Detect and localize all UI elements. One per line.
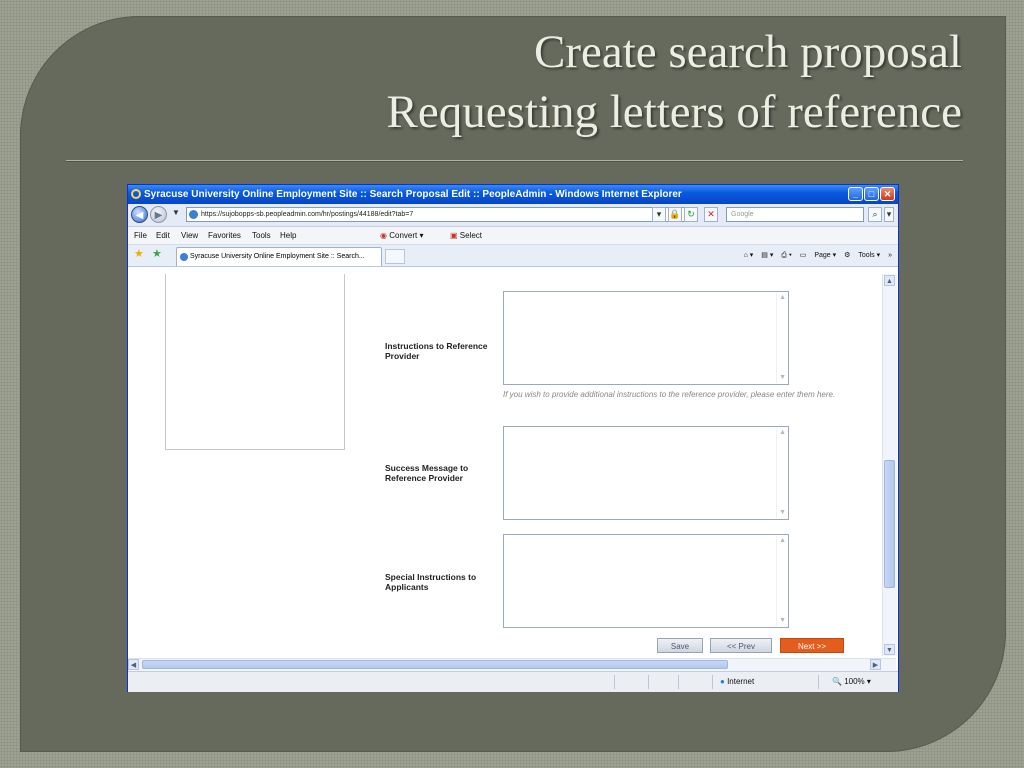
special-instructions-textarea[interactable]: ▲ ▼ [503, 534, 789, 628]
navigation-bar: ◀ ▶ ▼ https://sujobopps-sb.peopleadmin.c… [128, 204, 898, 227]
page-icon [189, 210, 198, 219]
select-icon: ▣ [450, 231, 458, 240]
tools-menu[interactable]: ⚙ Tools ▾ [844, 252, 880, 259]
address-dropdown-icon[interactable]: ▾ [652, 207, 666, 222]
scroll-down-icon[interactable]: ▼ [779, 617, 786, 625]
horizontal-scrollbar[interactable]: ◀ ▶ [128, 658, 896, 671]
menu-edit[interactable]: Edit [156, 227, 170, 244]
status-divider [678, 675, 679, 689]
menu-tools[interactable]: Tools [252, 227, 271, 244]
page-content: Instructions to Reference Provider ▲ ▼ I… [128, 274, 882, 656]
convert-label: Convert [389, 231, 418, 240]
scroll-thumb[interactable] [142, 660, 728, 669]
field-label-instructions: Instructions to Reference Provider [385, 341, 488, 361]
scroll-up-icon[interactable]: ▲ [884, 275, 895, 286]
status-divider [648, 675, 649, 689]
globe-icon: ● [720, 677, 725, 686]
scroll-down-icon[interactable]: ▼ [884, 644, 895, 655]
success-message-textarea[interactable]: ▲ ▼ [503, 426, 789, 520]
zoom-dropdown-icon: ▾ [866, 677, 871, 686]
tab-active[interactable]: Syracuse University Online Employment Si… [176, 247, 382, 266]
menu-bar: File Edit View Favorites Tools Help ◉ Co… [128, 227, 898, 245]
scroll-up-icon[interactable]: ▲ [779, 294, 786, 302]
convert-button[interactable]: ◉ Convert ▾ [380, 227, 423, 244]
scroll-down-icon[interactable]: ▼ [779, 509, 786, 517]
new-tab-button[interactable] [385, 249, 405, 264]
address-url: https://sujobopps-sb.peopleadmin.com/hr/… [201, 211, 414, 218]
minimize-button[interactable]: _ [848, 187, 863, 201]
stop-icon[interactable]: ✕ [704, 207, 718, 222]
menu-view[interactable]: View [181, 227, 198, 244]
convert-dropdown-icon: ▾ [419, 231, 424, 240]
lock-icon[interactable]: 🔒 [668, 207, 682, 222]
textarea-scrollbar[interactable]: ▲ ▼ [776, 428, 787, 518]
textarea-scrollbar[interactable]: ▲ ▼ [776, 293, 787, 383]
status-bar: ● Internet 🔍 100% ▾ [128, 671, 898, 692]
zoom-level: 100% [844, 677, 865, 686]
save-button[interactable]: Save [657, 638, 703, 653]
textarea-scrollbar[interactable]: ▲ ▼ [776, 536, 787, 626]
slide-title: Create search proposal Requesting letter… [62, 22, 962, 142]
search-icon[interactable]: ⌕ [868, 207, 882, 222]
slide-title-line-1: Create search proposal [533, 26, 962, 78]
ie-logo-icon [131, 189, 141, 199]
browser-window: Syracuse University Online Employment Si… [127, 184, 899, 692]
feeds-icon[interactable]: ▤ ▾ [761, 252, 773, 259]
prev-button[interactable]: << Prev [710, 638, 772, 653]
print-icon[interactable]: ⎙ ▾ [781, 252, 792, 259]
instructions-help-text: If you wish to provide additional instru… [503, 390, 836, 399]
menu-favorites[interactable]: Favorites [208, 227, 241, 244]
internet-zone[interactable]: ● Internet [720, 672, 754, 692]
zoom-control[interactable]: 🔍 100% ▾ [832, 672, 871, 692]
field-label-special-instructions: Special Instructions to Applicants [385, 572, 477, 592]
scroll-thumb[interactable] [884, 460, 895, 588]
scroll-left-icon[interactable]: ◀ [128, 659, 139, 670]
search-options-icon[interactable]: ▾ [884, 207, 894, 222]
field-label-success-message: Success Message to Reference Provider [385, 463, 469, 483]
tab-page-icon [180, 253, 188, 261]
refresh-icon[interactable]: ↻ [684, 207, 698, 222]
tab-bar: ★ ★ Syracuse University Online Employmen… [128, 245, 898, 267]
select-label: Select [459, 231, 483, 240]
zone-label: Internet [727, 677, 755, 686]
tools-menu-label: Tools [858, 252, 875, 259]
select-button[interactable]: ▣ Select [450, 227, 482, 244]
scroll-up-icon[interactable]: ▲ [779, 429, 786, 437]
slide-title-line-2: Requesting letters of reference [386, 86, 962, 138]
toolbar-overflow-icon[interactable]: » [888, 252, 892, 259]
window-titlebar[interactable]: Syracuse University Online Employment Si… [128, 185, 898, 204]
favorites-star-icon[interactable]: ★ [134, 249, 144, 260]
add-favorite-icon[interactable]: ★ [152, 249, 162, 260]
search-input[interactable]: Google [726, 207, 864, 222]
command-bar: ⌂ ▾ ▤ ▾ ⎙ ▾ ▭ Page ▾ ⚙ Tools ▾ » [738, 245, 892, 266]
history-dropdown-icon[interactable]: ▼ [172, 208, 180, 217]
menu-help[interactable]: Help [280, 227, 296, 244]
instructions-textarea[interactable]: ▲ ▼ [503, 291, 789, 385]
next-button[interactable]: Next >> [780, 638, 844, 653]
scroll-right-icon[interactable]: ▶ [870, 659, 881, 670]
status-divider [818, 675, 819, 689]
maximize-button[interactable]: □ [864, 187, 879, 201]
scroll-up-icon[interactable]: ▲ [779, 537, 786, 545]
back-button[interactable]: ◀ [131, 206, 148, 223]
vertical-scrollbar[interactable]: ▲ ▼ [882, 274, 897, 656]
close-button[interactable]: ✕ [880, 187, 895, 201]
page-menu[interactable]: ▭ Page ▾ [800, 252, 836, 259]
page-menu-label: Page [814, 252, 831, 259]
address-bar[interactable]: https://sujobopps-sb.peopleadmin.com/hr/… [186, 207, 692, 222]
title-divider [66, 160, 963, 162]
window-title: Syracuse University Online Employment Si… [144, 189, 682, 200]
forward-button[interactable]: ▶ [150, 206, 167, 223]
zoom-icon: 🔍 [832, 677, 842, 686]
status-divider [614, 675, 615, 689]
left-panel-box [165, 274, 345, 450]
convert-icon: ◉ [380, 231, 387, 240]
menu-file[interactable]: File [134, 227, 147, 244]
status-divider [712, 675, 713, 689]
home-icon[interactable]: ⌂ ▾ [744, 252, 754, 259]
tab-title: Syracuse University Online Employment Si… [190, 253, 365, 260]
scroll-down-icon[interactable]: ▼ [779, 374, 786, 382]
